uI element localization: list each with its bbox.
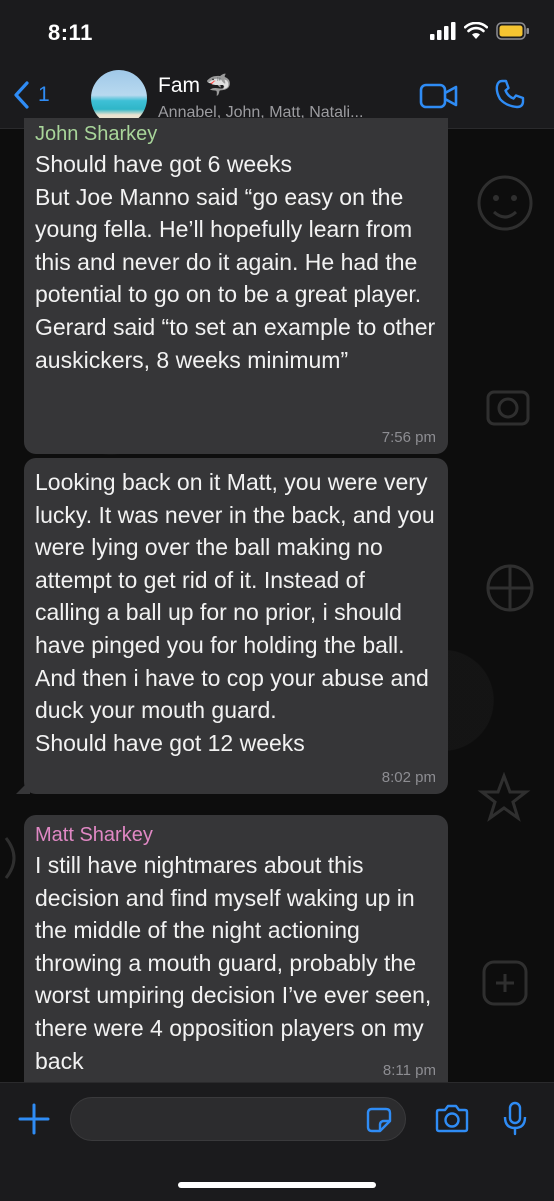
signal-icon (430, 22, 456, 40)
message-bubble[interactable]: Matt Sharkey I still have nightmares abo… (24, 815, 448, 1083)
message-time: 8:02 pm (381, 769, 436, 786)
doodle-icon (486, 390, 530, 426)
message-bubble[interactable]: Looking back on it Matt, you were very l… (16, 458, 448, 794)
status-icons (430, 22, 530, 40)
message-text: Should have got 6 weeks But Joe Manno sa… (35, 151, 436, 373)
message-text: I still have nightmares about this decis… (35, 852, 438, 1074)
chat-title[interactable]: Fam 🦈 (158, 74, 232, 98)
message-time: 7:56 pm (381, 429, 436, 446)
doodle-icon (486, 564, 534, 612)
camera-icon[interactable] (435, 1103, 469, 1133)
wifi-icon (464, 22, 488, 39)
battery-icon (496, 22, 529, 40)
microphone-icon[interactable] (503, 1101, 527, 1137)
status-time: 8:11 (48, 20, 93, 45)
message-input[interactable] (70, 1097, 406, 1141)
doodle-icon (477, 771, 531, 822)
chevron-left-icon (14, 81, 29, 109)
home-indicator (178, 1182, 376, 1188)
unread-count: 1 (38, 83, 50, 106)
plus-icon[interactable] (18, 1103, 50, 1135)
phone-call-icon[interactable] (494, 78, 526, 110)
doodle-icon (477, 175, 533, 231)
bubble-tail (16, 780, 30, 794)
video-call-icon[interactable] (419, 83, 459, 109)
message-sender: John Sharkey (35, 123, 158, 145)
message-bubble[interactable]: John Sharkey Should have got 6 weeks But… (24, 118, 448, 454)
sticker-icon[interactable] (366, 1107, 392, 1133)
message-text: Looking back on it Matt, you were very l… (35, 469, 435, 756)
doodle-icon (482, 960, 528, 1006)
back-button[interactable]: 1 (12, 80, 50, 110)
status-bar: 8:11 (0, 0, 554, 64)
message-sender: Matt Sharkey (35, 824, 153, 846)
doodle-icon (4, 837, 16, 879)
message-time: 8:11 pm (382, 1062, 436, 1079)
